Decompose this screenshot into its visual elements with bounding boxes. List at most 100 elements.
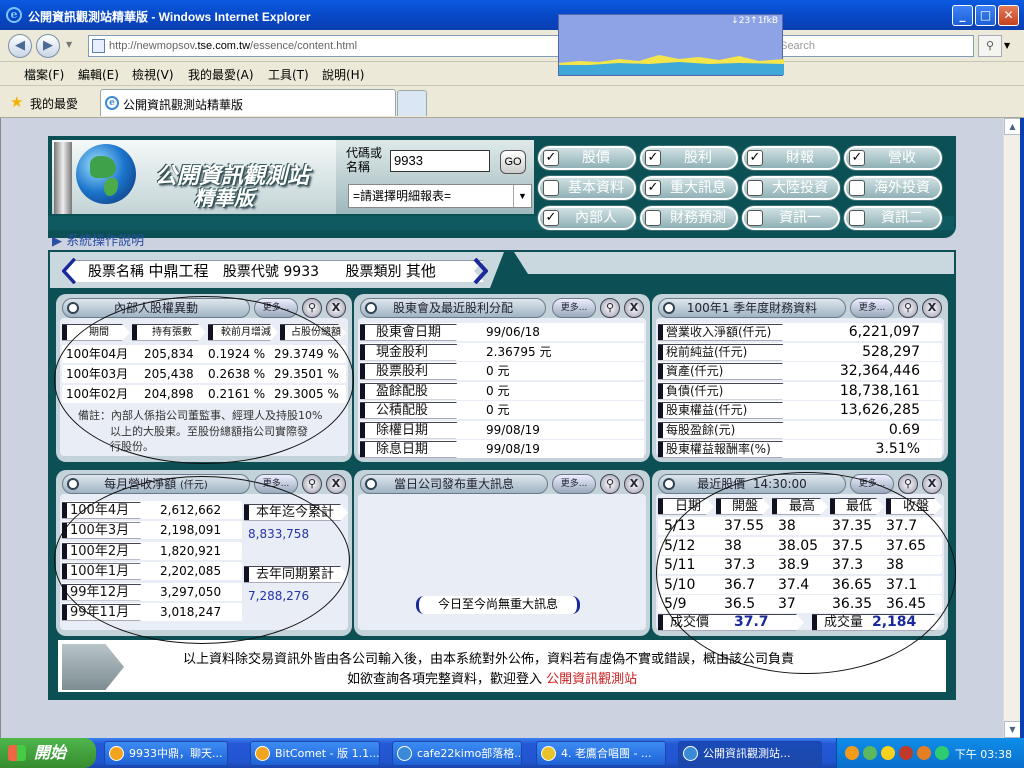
tray-icon-1[interactable]	[845, 746, 859, 760]
nav-label: 海外投資	[874, 180, 930, 196]
help-link[interactable]: ▶ 系統操作說明	[52, 230, 144, 249]
nav-5[interactable]: ✓ 重大訊息	[640, 176, 738, 200]
menu-help[interactable]: 說明(H)	[322, 66, 364, 83]
scroll-up-icon[interactable]: ▲	[1004, 118, 1021, 135]
window-title: 公開資訊觀測站精華版 - Windows Internet Explorer	[28, 10, 311, 24]
price-zoom-icon[interactable]: ⚲	[898, 474, 918, 494]
network-graph	[559, 55, 784, 75]
close-window-button[interactable]: ✕	[998, 5, 1019, 26]
price-close-icon[interactable]: X	[922, 474, 942, 494]
stock-code-input[interactable]: 9933	[390, 150, 490, 172]
ie-task-icon-2	[683, 746, 698, 761]
task-item-4[interactable]: 4. 老鷹合唱團 - ...	[536, 741, 666, 766]
task-item-2[interactable]: BitComet - 版 1.1...	[250, 741, 380, 766]
stock-header-bar: 股票名稱 中鼎工程 股票代號 9933 股票類別 其他	[50, 252, 954, 288]
menu-favorites[interactable]: 我的最愛(A)	[188, 66, 254, 83]
nav-0[interactable]: ✓ 股價	[538, 146, 636, 170]
scroll-down-icon[interactable]: ▼	[1004, 721, 1021, 738]
tab-active[interactable]: e 公開資訊觀測站精華版	[100, 89, 396, 116]
dividend-value: 0 元	[486, 383, 510, 398]
nav-4[interactable]: 基本資料	[538, 176, 636, 200]
nav-checkbox-icon	[645, 210, 661, 226]
menu-view[interactable]: 檢視(V)	[132, 66, 174, 83]
nav-2[interactable]: ✓ 財報	[742, 146, 840, 170]
new-tab-button[interactable]	[397, 90, 427, 116]
report-select[interactable]: =請選擇明細報表= ▼	[348, 184, 532, 208]
tray-icon-3[interactable]	[881, 746, 895, 760]
menu-file[interactable]: 檔案(F)	[24, 66, 64, 83]
nav-checkbox-icon: ✓	[645, 150, 661, 166]
annotation-oval-1	[54, 296, 354, 464]
finance-zoom-icon[interactable]: ⚲	[898, 298, 918, 318]
finance-close-icon[interactable]: X	[922, 298, 942, 318]
stock-code: 9933	[283, 264, 320, 280]
nav-3[interactable]: ✓ 營收	[844, 146, 942, 170]
finance-value: 13,626,285	[839, 402, 920, 418]
dividend-label: 股東會日期	[360, 324, 464, 341]
window-titlebar[interactable]: e 公開資訊觀測站精華版 - Windows Internet Explorer…	[0, 0, 1024, 30]
url-part1: http://newmopsov	[109, 40, 195, 52]
start-button[interactable]: 開始	[0, 738, 96, 768]
window-border	[1020, 118, 1024, 738]
finance-label: 負債(仟元)	[658, 383, 790, 400]
main-content: 股票名稱 中鼎工程 股票代號 9933 股票類別 其他 內部人股權異動 更多..…	[48, 250, 956, 700]
tray-icon-2[interactable]	[863, 746, 877, 760]
stock-code-label: 股票代號	[222, 264, 279, 280]
bitcomet-icon	[255, 746, 270, 761]
task-item-1[interactable]: 9933中鼎，聊天...	[104, 741, 228, 766]
nav-checkbox-icon: ✓	[543, 150, 559, 166]
system-tray: 下午 03:38	[836, 738, 1024, 768]
stock-header: 股票名稱 中鼎工程 股票代號 9933 股票類別 其他	[66, 260, 484, 282]
nav-8[interactable]: ✓ 內部人	[538, 206, 636, 230]
finance-more-button[interactable]: 更多...	[850, 298, 894, 318]
search-options-icon[interactable]: ▼	[1004, 41, 1010, 50]
news-more-button[interactable]: 更多...	[552, 474, 596, 494]
dividend-close-icon[interactable]: X	[624, 298, 644, 318]
nav-9[interactable]: 財務預測	[640, 206, 738, 230]
site-banner: 公開資訊觀測站 精華版 代碼或 名稱 9933 GO =請選擇明細報表= ▼ ✓ 股價…	[48, 136, 956, 238]
dividend-value: 99/06/18	[486, 325, 540, 339]
stock-type-label: 股票類別	[345, 264, 402, 280]
task-item-5[interactable]: 公開資訊觀測站...	[678, 741, 822, 766]
report-select-value: =請選擇明細報表=	[353, 189, 452, 203]
search-go-icon[interactable]: ⚲	[978, 35, 1002, 57]
vertical-scrollbar[interactable]: ▲ ▼	[1003, 118, 1021, 738]
dividend-more-button[interactable]: 更多...	[552, 298, 596, 318]
nav-10[interactable]: 資訊一	[742, 206, 840, 230]
nav-label: 資訊一	[779, 210, 821, 226]
network-meter: ↓23↑1fkB	[558, 14, 784, 76]
back-button[interactable]: ◀	[8, 34, 32, 58]
ie-task-icon	[397, 746, 412, 761]
tray-icon-6[interactable]	[935, 746, 949, 760]
nav-label: 重大訊息	[670, 180, 726, 196]
maximize-button[interactable]: □	[975, 5, 996, 26]
minimize-button[interactable]: _	[952, 5, 973, 26]
header-tab-shape	[490, 252, 954, 288]
nav-1[interactable]: ✓ 股利	[640, 146, 738, 170]
history-dropdown-icon[interactable]: ▼	[66, 40, 72, 49]
tray-icon-4[interactable]	[899, 746, 913, 760]
dividend-zoom-icon[interactable]: ⚲	[600, 298, 620, 318]
finance-panel: 100年1 季年度財務資料 更多... ⚲ X 營業收入淨額(仟元) 6,221,…	[652, 294, 948, 462]
insider-close-icon[interactable]: X	[326, 298, 346, 318]
menu-edit[interactable]: 編輯(E)	[78, 66, 119, 83]
go-button[interactable]: GO	[500, 150, 526, 174]
task-item-3[interactable]: cafe22kimo部落格...	[392, 741, 522, 766]
nav-label: 股利	[684, 150, 712, 166]
favorites-star-icon[interactable]: ★	[10, 93, 23, 111]
news-zoom-icon[interactable]: ⚲	[600, 474, 620, 494]
nav-6[interactable]: 大陸投資	[742, 176, 840, 200]
insider-zoom-icon[interactable]: ⚲	[302, 298, 322, 318]
nav-7[interactable]: 海外投資	[844, 176, 942, 200]
revenue-zoom-icon[interactable]: ⚲	[302, 474, 322, 494]
forward-button[interactable]: ▶	[36, 34, 60, 58]
nav-11[interactable]: 資訊二	[844, 206, 942, 230]
revenue-close-icon[interactable]: X	[326, 474, 346, 494]
footer-link[interactable]: 公開資訊觀測站	[546, 672, 637, 687]
tray-icon-5[interactable]	[917, 746, 931, 760]
dividend-label: 除息日期	[360, 441, 464, 458]
footer-line2: 如欲查詢各項完整資料，歡迎登入 公開資訊觀測站	[347, 672, 638, 687]
favorites-button[interactable]: 我的最愛	[30, 95, 78, 112]
news-close-icon[interactable]: X	[624, 474, 644, 494]
menu-tools[interactable]: 工具(T)	[268, 66, 309, 83]
